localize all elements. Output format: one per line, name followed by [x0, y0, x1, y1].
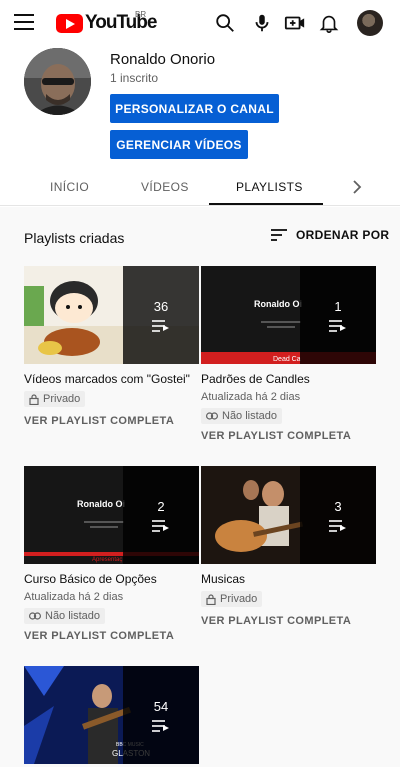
menu-icon[interactable]	[14, 14, 34, 30]
sort-label: ORDENAR POR	[296, 228, 390, 242]
account-avatar[interactable]	[357, 10, 383, 36]
playlist-title[interactable]: Curso Básico de Opções	[24, 572, 199, 586]
visibility-badge: Privado	[24, 391, 86, 407]
link-icon	[29, 612, 41, 620]
tab-home[interactable]: INÍCIO	[50, 180, 89, 194]
playlists-section: Playlists criadas ORDENAR POR 36 Vídeos …	[0, 207, 400, 767]
lock-icon	[206, 593, 216, 605]
playlist-card-music: 3 Musicas Privado VER PLAYLIST COMPLETA	[201, 466, 376, 627]
link-icon	[206, 412, 218, 420]
search-icon[interactable]	[214, 12, 236, 34]
video-count: 2	[157, 498, 165, 514]
updated-label: Atualizada há 2 dias	[201, 391, 301, 403]
playlist-title[interactable]: Padrões de Candles	[201, 372, 376, 386]
playlist-card-glastonbury: BBC MUSIC GLASTON 54	[24, 666, 199, 764]
subscriber-count: 1 inscrito	[110, 71, 159, 85]
youtube-play-icon	[56, 13, 83, 33]
visibility-badge: Privado	[201, 591, 263, 607]
playlist-card-liked: 36 Vídeos marcados com "Gostei" Privado …	[24, 266, 199, 427]
video-count: 1	[334, 298, 342, 314]
playlist-queue-icon	[152, 719, 169, 732]
tab-videos[interactable]: VÍDEOS	[141, 180, 189, 194]
view-full-playlist-link[interactable]: VER PLAYLIST COMPLETA	[201, 430, 376, 442]
channel-tabs: INÍCIO VÍDEOS PLAYLISTS	[0, 170, 400, 206]
visibility-label: Não listado	[45, 610, 101, 622]
lock-icon	[29, 393, 39, 405]
channel-avatar[interactable]	[24, 48, 91, 115]
active-tab-indicator	[209, 203, 323, 205]
thumb-title-text: Ronaldo Oi	[254, 299, 302, 309]
visibility-label: Privado	[43, 393, 81, 405]
playlist-count-overlay: 54	[123, 666, 199, 764]
playlist-count-overlay: 2	[123, 466, 199, 564]
playlist-thumbnail[interactable]: Ronaldo Oi Apresentaç 2	[24, 466, 199, 564]
visibility-badge: Não listado	[201, 408, 283, 424]
visibility-label: Não listado	[222, 410, 278, 422]
video-count: 36	[153, 298, 169, 314]
thumb-title-text: Ronaldo Oi	[77, 499, 125, 509]
chevron-right-icon[interactable]	[350, 179, 364, 195]
playlist-card-options-course: Ronaldo Oi Apresentaç 2 Curso Básico de …	[24, 466, 199, 642]
playlist-thumbnail[interactable]: BBC MUSIC GLASTON 54	[24, 666, 199, 764]
channel-name: Ronaldo Onorio	[110, 51, 216, 68]
video-count: 3	[334, 498, 342, 514]
region-label: BR	[135, 10, 147, 19]
playlist-thumbnail[interactable]: Ronaldo Oi Dead Ca 1	[201, 266, 376, 364]
playlist-count-overlay: 36	[123, 266, 199, 364]
playlist-title[interactable]: Musicas	[201, 572, 376, 586]
tab-playlists[interactable]: PLAYLISTS	[236, 180, 303, 194]
playlist-queue-icon	[152, 319, 169, 332]
playlist-count-overlay: 3	[300, 466, 376, 564]
sort-button[interactable]: ORDENAR POR	[270, 228, 389, 242]
notifications-icon[interactable]	[318, 12, 340, 34]
sort-icon	[271, 229, 287, 241]
playlist-thumbnail[interactable]: 36	[24, 266, 199, 364]
visibility-label: Privado	[220, 593, 258, 605]
thumb-footer-text: Dead Ca	[273, 356, 301, 363]
updated-label: Atualizada há 2 dias	[24, 591, 124, 603]
view-full-playlist-link[interactable]: VER PLAYLIST COMPLETA	[24, 415, 199, 427]
playlist-queue-icon	[329, 319, 346, 332]
manage-videos-button[interactable]: GERENCIAR VÍDEOS	[110, 130, 248, 159]
customize-channel-button[interactable]: PERSONALIZAR O CANAL	[110, 94, 279, 123]
visibility-badge: Não listado	[24, 608, 106, 624]
playlist-title[interactable]: Vídeos marcados com "Gostei"	[24, 372, 199, 386]
playlist-queue-icon	[152, 519, 169, 532]
create-video-icon[interactable]	[284, 12, 306, 34]
view-full-playlist-link[interactable]: VER PLAYLIST COMPLETA	[24, 630, 199, 642]
view-full-playlist-link[interactable]: VER PLAYLIST COMPLETA	[201, 615, 376, 627]
top-app-bar: YouTube BR	[0, 0, 400, 46]
microphone-icon[interactable]	[251, 12, 273, 34]
video-count: 54	[153, 698, 169, 714]
thumb-footer-text: Apresentaç	[92, 557, 122, 563]
playlist-count-overlay: 1	[300, 266, 376, 364]
playlist-queue-icon	[329, 519, 346, 532]
section-title: Playlists criadas	[24, 230, 125, 246]
playlist-thumbnail[interactable]: 3	[201, 466, 376, 564]
playlist-card-candles: Ronaldo Oi Dead Ca 1 Padrões de Candles …	[201, 266, 376, 442]
